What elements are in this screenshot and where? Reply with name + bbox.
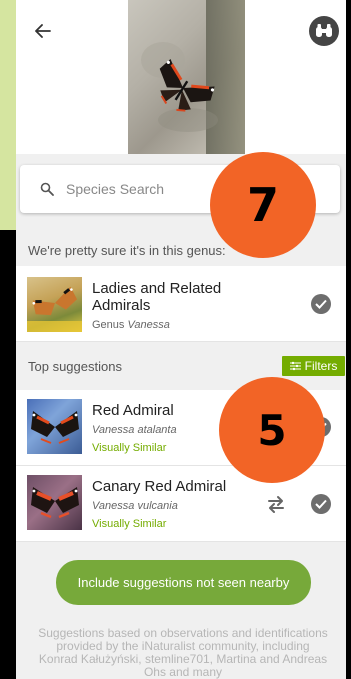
filters-button[interactable]: Filters: [282, 356, 345, 376]
back-button[interactable]: [30, 18, 56, 44]
genus-section-label: We're pretty sure it's in this genus:: [28, 243, 226, 258]
background-black-right: [346, 0, 351, 679]
suggestion-thumbnail: [27, 475, 82, 530]
header-area: [16, 0, 346, 154]
suggestion-thumbnail: [27, 399, 82, 454]
genus-scientific-name: Genus Vanessa: [92, 319, 170, 331]
visually-similar-tag: Visually Similar: [92, 442, 167, 454]
top-suggestions-label: Top suggestions: [28, 359, 122, 374]
genus-common-name: Ladies and Related Admirals: [92, 280, 222, 314]
suggestion-scientific-name: Vanessa vulcania: [92, 500, 178, 512]
suggestion-common-name: Red Admiral: [92, 402, 174, 419]
background-panel: [0, 0, 16, 230]
include-not-nearby-button[interactable]: Include suggestions not seen nearby: [56, 560, 311, 605]
annotation-badge-5: 5: [219, 377, 325, 483]
compare-button[interactable]: [266, 494, 286, 514]
genus-suggestion-row[interactable]: Ladies and Related Admirals Genus Vaness…: [16, 266, 346, 342]
phone-screen: Species Search We're pretty sure it's in…: [16, 0, 346, 679]
filter-icon: [289, 361, 301, 371]
binoculars-icon: [316, 24, 332, 37]
suggestion-row[interactable]: Canary Red Admiral Vanessa vulcania Visu…: [16, 466, 346, 542]
attribution-text: Suggestions based on observations and id…: [38, 626, 328, 679]
compare-icon: [268, 496, 284, 513]
suggestion-scientific-name: Vanessa atalanta: [92, 424, 177, 436]
search-placeholder: Species Search: [66, 181, 165, 197]
select-suggestion-button[interactable]: [311, 494, 331, 514]
visually-similar-tag: Visually Similar: [92, 518, 167, 530]
binoculars-button[interactable]: [309, 16, 339, 46]
check-icon: [315, 499, 327, 509]
suggestion-common-name: Canary Red Admiral: [92, 478, 227, 495]
back-arrow-icon: [35, 24, 51, 38]
genus-thumbnail: [27, 277, 82, 332]
select-genus-button[interactable]: [311, 294, 331, 314]
observation-photo: [128, 0, 245, 154]
background-black-left: [0, 230, 16, 679]
search-icon: [40, 182, 54, 196]
check-icon: [315, 299, 327, 309]
annotation-badge-7: 7: [210, 152, 316, 258]
